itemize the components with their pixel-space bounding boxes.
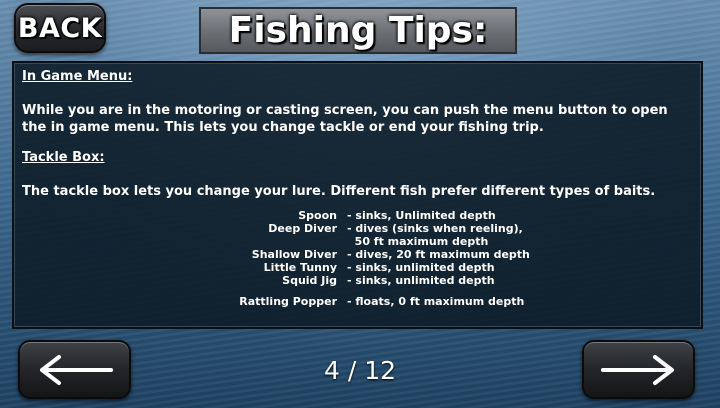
lure-spacer [22, 287, 337, 295]
left-arrow-icon [39, 354, 113, 385]
lure-description: - floats, 0 ft maximum depth [347, 295, 525, 308]
lure-name: Squid Jig [282, 274, 337, 287]
lure-name: Rattling Popper [239, 295, 337, 308]
lure-spacer [347, 287, 693, 295]
lure-description: - dives, 20 ft maximum depth [347, 248, 530, 261]
tips-panel: In Game Menu: While you are in the motor… [12, 61, 703, 329]
page-counter: 4 / 12 [323, 356, 397, 385]
lure-description: - sinks, Unlimited depth [347, 209, 496, 222]
lure-description: - sinks, unlimited depth [347, 261, 495, 274]
section-text-tackle-box: The tackle box lets you change your lure… [22, 184, 656, 199]
section-heading-tackle-box: Tackle Box: [22, 150, 105, 165]
lure-name: Spoon [298, 209, 337, 222]
page-title: Fishing Tips: [199, 7, 517, 54]
lure-name: Little Tunny [263, 261, 337, 274]
right-arrow-icon [600, 354, 674, 385]
lure-name: Deep Diver [268, 222, 337, 235]
lure-description: - dives (sinks when reeling), 50 ft maxi… [347, 222, 523, 248]
back-button[interactable]: BACK [14, 3, 106, 53]
lure-description: - sinks, unlimited depth [347, 274, 495, 287]
section-text-in-game-menu: While you are in the motoring or casting… [22, 103, 668, 135]
section-heading-in-game-menu: In Game Menu: [22, 69, 133, 84]
previous-page-button[interactable] [18, 340, 131, 399]
lure-name: Shallow Diver [251, 248, 337, 261]
next-page-button[interactable] [582, 340, 695, 399]
lure-list: Spoon - sinks, Unlimited depth Deep Dive… [22, 209, 693, 308]
